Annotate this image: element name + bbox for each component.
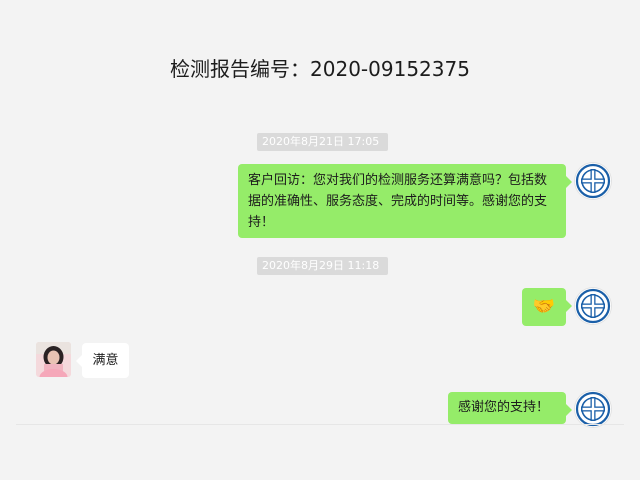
message-bubble-outgoing[interactable]: 🤝	[522, 288, 572, 326]
user-photo-avatar	[36, 342, 71, 377]
page-title: 检测报告编号：2020-09152375	[170, 57, 470, 81]
user-avatar[interactable]	[36, 342, 71, 377]
org-avatar[interactable]	[575, 288, 611, 324]
timestamp: 2020年8月29日 11:18	[257, 257, 388, 275]
org-logo-icon	[575, 288, 611, 324]
divider	[16, 424, 624, 425]
org-logo-icon	[575, 391, 611, 427]
message-bubble-outgoing[interactable]: 客户回访：您对我们的检测服务还算满意吗？包括数据的准确性、服务态度、完成的时间等…	[238, 164, 572, 238]
org-avatar[interactable]	[575, 163, 611, 199]
org-avatar[interactable]	[575, 391, 611, 427]
org-logo-icon	[575, 163, 611, 199]
message-bubble-outgoing[interactable]: 感谢您的支持！	[448, 392, 572, 424]
timestamp: 2020年8月21日 17:05	[257, 133, 388, 151]
message-bubble-incoming[interactable]: 满意	[76, 343, 129, 378]
